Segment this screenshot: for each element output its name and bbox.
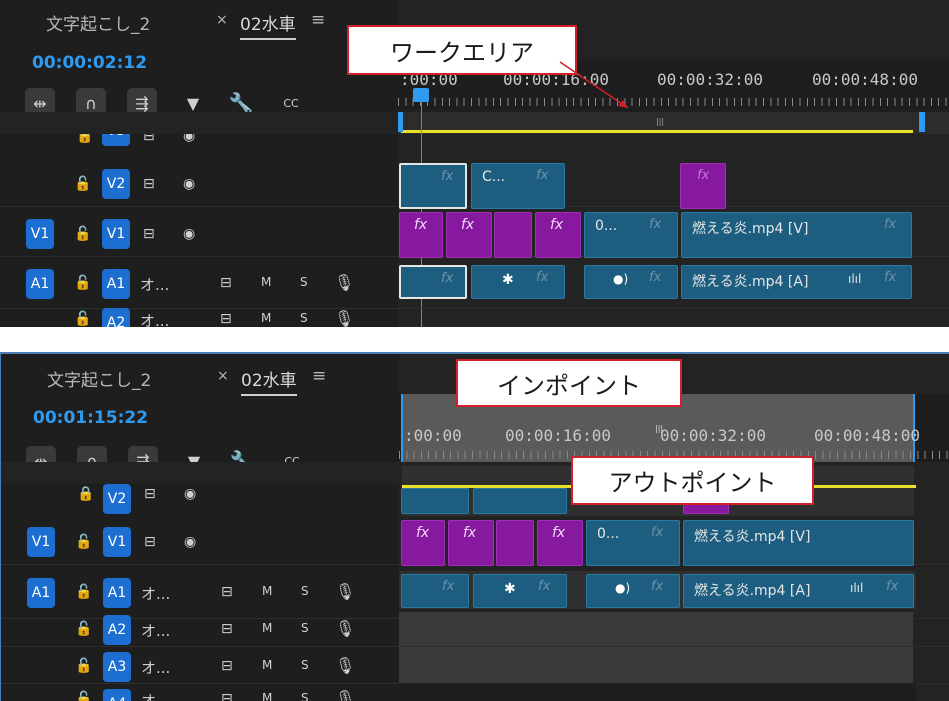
source-patch-v1[interactable]: V1 bbox=[27, 527, 55, 557]
microphone-icon[interactable]: 🎙 bbox=[335, 689, 355, 701]
track-name[interactable]: オ bbox=[141, 690, 156, 701]
track-target-v2[interactable]: V2 bbox=[103, 484, 131, 514]
track-target-a2[interactable]: A2 bbox=[103, 615, 131, 645]
mute-button[interactable]: M bbox=[262, 658, 272, 672]
sync-lock-icon[interactable]: ⊟ bbox=[221, 584, 233, 600]
microphone-icon[interactable]: 🎙 bbox=[335, 619, 355, 638]
fx-badge: fx bbox=[538, 579, 551, 594]
sync-lock-icon[interactable]: ⊟ bbox=[221, 691, 233, 701]
audio-waveform-icon: ılıl bbox=[850, 581, 864, 595]
ruler-label: 00:00:16:00 bbox=[505, 426, 611, 445]
eye-icon[interactable]: ◉ bbox=[184, 534, 196, 550]
clip[interactable]: 燃える炎.mp4 [V] bbox=[683, 520, 914, 566]
microphone-icon[interactable]: 🎙 bbox=[335, 656, 355, 675]
fx-badge: fx bbox=[463, 525, 477, 541]
mute-button[interactable]: M bbox=[262, 584, 272, 598]
track-header-mask bbox=[1, 462, 399, 484]
lock-icon[interactable]: 🔓 bbox=[75, 584, 92, 600]
solo-button[interactable]: S bbox=[301, 691, 309, 701]
track-target-a4[interactable]: A4 bbox=[103, 689, 131, 701]
track-target-v1[interactable]: V1 bbox=[103, 527, 131, 557]
fx-badge: fx bbox=[651, 525, 664, 540]
tab-close-icon[interactable]: × bbox=[217, 368, 229, 384]
mute-button[interactable]: M bbox=[262, 691, 272, 701]
clip-name: 0... bbox=[597, 526, 620, 542]
clip[interactable]: fx bbox=[448, 520, 494, 566]
fx-badge: fx bbox=[442, 579, 455, 594]
source-patch-a1[interactable]: A1 bbox=[27, 578, 55, 608]
clip[interactable]: 燃える炎.mp4 [A] ılıl fx bbox=[683, 574, 914, 608]
fx-badge: fx bbox=[552, 525, 566, 541]
clip[interactable]: fx bbox=[401, 574, 469, 608]
out-point-callout: アウトポイント bbox=[571, 456, 814, 505]
sync-lock-icon[interactable]: ⊟ bbox=[221, 621, 233, 637]
track-target-a3[interactable]: A3 bbox=[103, 652, 131, 682]
range-grip: ||| bbox=[655, 424, 664, 433]
track-row-a3: 🔓 A3 オ... ⊟ M S 🎙 bbox=[1, 647, 949, 684]
lock-icon[interactable]: 🔓 bbox=[75, 658, 92, 674]
lock-icon[interactable]: 🔓 bbox=[75, 534, 92, 550]
clip[interactable]: ✱ fx bbox=[473, 574, 567, 608]
solo-button[interactable]: S bbox=[301, 621, 309, 635]
tab-sequence[interactable]: 文字起こし_2 bbox=[47, 366, 151, 391]
fx-badge: fx bbox=[886, 579, 899, 594]
track-name[interactable]: オ... bbox=[141, 583, 170, 604]
clip[interactable]: fx bbox=[401, 520, 445, 566]
sync-lock-icon[interactable]: ⊟ bbox=[144, 486, 156, 502]
lock-icon[interactable]: 🔓 bbox=[75, 621, 92, 637]
clip[interactable]: ●) fx bbox=[586, 574, 680, 608]
ruler-label: 00:00:48:00 bbox=[814, 426, 920, 445]
track-row-a4: 🔓 A4 オ ⊟ M S 🎙 bbox=[1, 684, 949, 701]
in-point-callout: インポイント bbox=[456, 359, 682, 407]
tab-menu-icon[interactable]: ≡ bbox=[312, 366, 326, 386]
clip[interactable]: fx bbox=[537, 520, 583, 566]
clip-name: 燃える炎.mp4 [V] bbox=[694, 529, 811, 545]
track-name[interactable]: オ... bbox=[141, 657, 170, 678]
fx-badge: fx bbox=[651, 579, 664, 594]
track-row-a2: 🔓 A2 オ... ⊟ M S 🎙 bbox=[1, 610, 949, 647]
playhead-timecode[interactable]: 00:01:15:22 bbox=[33, 408, 148, 428]
sync-lock-icon[interactable]: ⊟ bbox=[221, 658, 233, 674]
solo-button[interactable]: S bbox=[301, 584, 309, 598]
clip[interactable]: 0... fx bbox=[586, 520, 680, 566]
fx-badge: fx bbox=[416, 525, 430, 541]
ruler-label: 00:00:32:00 bbox=[660, 426, 766, 445]
voice-icon: ●) bbox=[615, 581, 631, 595]
microphone-icon[interactable]: 🎙 bbox=[335, 582, 355, 601]
track-target-a1[interactable]: A1 bbox=[103, 578, 131, 608]
ruler-start: :00:00 bbox=[404, 426, 462, 445]
sync-lock-icon[interactable]: ⊟ bbox=[144, 534, 156, 550]
track-name[interactable]: オ... bbox=[141, 620, 170, 641]
effect-star-icon: ✱ bbox=[504, 581, 516, 597]
clip[interactable] bbox=[496, 520, 534, 566]
lock-icon[interactable]: 🔓 bbox=[75, 691, 92, 701]
solo-button[interactable]: S bbox=[301, 658, 309, 672]
tab-active-sequence[interactable]: 02水車 bbox=[241, 366, 297, 396]
eye-icon[interactable]: ◉ bbox=[184, 486, 196, 502]
mute-button[interactable]: M bbox=[262, 621, 272, 635]
lock-icon[interactable]: 🔒 bbox=[77, 486, 94, 502]
clip-name: 燃える炎.mp4 [A] bbox=[694, 583, 811, 599]
